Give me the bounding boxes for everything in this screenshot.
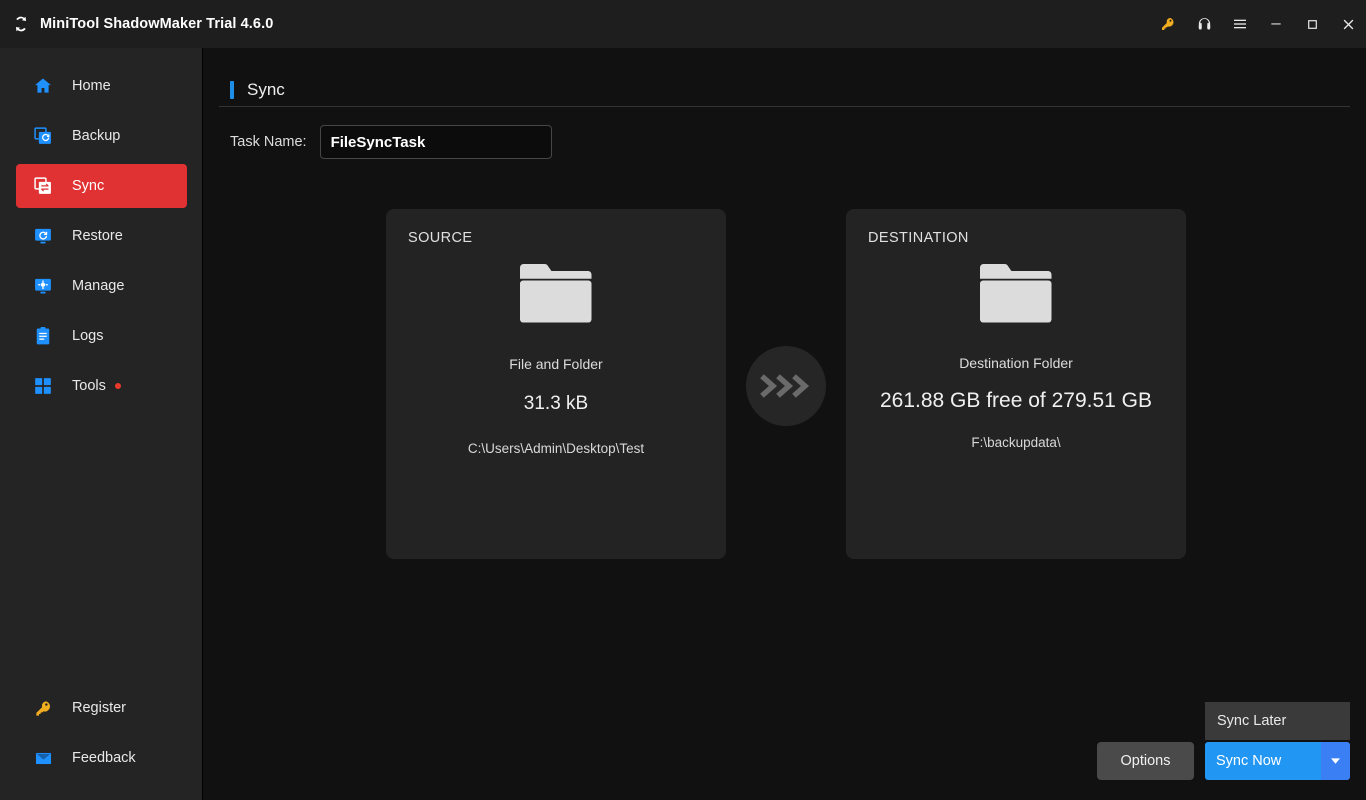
sync-later-label: Sync Later [1217,713,1287,729]
sync-logo-icon [10,13,32,35]
folder-icon [386,261,726,327]
header-divider [219,106,1350,107]
sidebar-item-label: Restore [72,228,123,244]
minimize-icon[interactable] [1258,0,1294,48]
sidebar-item-manage[interactable]: Manage [16,264,187,308]
sidebar-item-restore[interactable]: Restore [16,214,187,258]
hamburger-menu-icon[interactable] [1222,0,1258,48]
sync-later-menu-item[interactable]: Sync Later [1205,702,1350,740]
chevron-down-icon[interactable] [1321,742,1350,780]
sidebar-item-label: Register [72,700,126,716]
sidebar-item-label: Home [72,78,111,94]
envelope-icon [32,747,54,769]
source-kind: File and Folder [509,356,603,372]
window-controls [1150,0,1366,48]
sidebar-nav: Home Backup Sync Restore Manage Logs Too… [0,48,202,408]
sidebar-bottom-nav: Register Feedback [0,686,202,786]
main-content: Sync Task Name: SOURCE File and Folder 3… [203,48,1366,800]
page-accent-bar [230,81,234,99]
sync-cards: SOURCE File and Folder 31.3 kB C:\Users\… [386,209,1186,559]
page-title: Sync [247,80,285,99]
key-icon [32,697,54,719]
folder-icon [846,261,1186,327]
options-button[interactable]: Options [1097,742,1194,780]
restore-icon [32,225,54,247]
task-name-row: Task Name: [230,125,552,159]
chevrons-right-icon [746,346,826,426]
task-name-input[interactable] [319,125,552,159]
sidebar-item-logs[interactable]: Logs [16,314,187,358]
sidebar: Home Backup Sync Restore Manage Logs Too… [0,48,203,800]
source-size: 31.3 kB [523,393,589,414]
sync-now-button[interactable]: Sync Now [1205,742,1321,780]
sync-now-button-group: Sync Now [1205,742,1350,780]
title-bar: MiniTool ShadowMaker Trial 4.6.0 [0,0,1366,48]
tools-icon [32,375,54,397]
page-header: Sync [230,80,285,100]
home-icon [32,75,54,97]
manage-icon [32,275,54,297]
logs-icon [32,325,54,347]
headset-icon[interactable] [1186,0,1222,48]
destination-path: F:\backupdata\ [971,435,1061,450]
sidebar-item-label: Feedback [72,750,136,766]
source-path: C:\Users\Admin\Desktop\Test [467,441,645,456]
sidebar-item-feedback[interactable]: Feedback [16,736,187,780]
destination-card[interactable]: DESTINATION Destination Folder 261.88 GB… [846,209,1186,559]
sidebar-item-label: Logs [72,328,104,344]
task-name-label: Task Name: [230,134,307,150]
key-icon[interactable] [1150,0,1186,48]
sidebar-item-sync[interactable]: Sync [16,164,187,208]
sidebar-item-label: Sync [72,178,105,194]
backup-icon [32,125,54,147]
maximize-icon[interactable] [1294,0,1330,48]
sidebar-item-backup[interactable]: Backup [16,114,187,158]
sidebar-item-label: Backup [72,128,121,144]
destination-kind: Destination Folder [959,355,1073,371]
source-card[interactable]: SOURCE File and Folder 31.3 kB C:\Users\… [386,209,726,559]
sidebar-item-tools[interactable]: Tools [16,364,187,408]
sync-icon [32,175,54,197]
sidebar-item-label: Manage [72,278,125,294]
sidebar-item-home[interactable]: Home [16,64,187,108]
destination-size: 261.88 GB free of 279.51 GB [879,389,1152,412]
close-icon[interactable] [1330,0,1366,48]
destination-heading: DESTINATION [868,230,969,246]
app-title: MiniTool ShadowMaker Trial 4.6.0 [40,16,274,32]
sidebar-item-label: Tools [72,378,106,394]
sidebar-item-register[interactable]: Register [16,686,187,730]
tools-notification-badge [114,383,121,389]
source-heading: SOURCE [408,230,473,246]
